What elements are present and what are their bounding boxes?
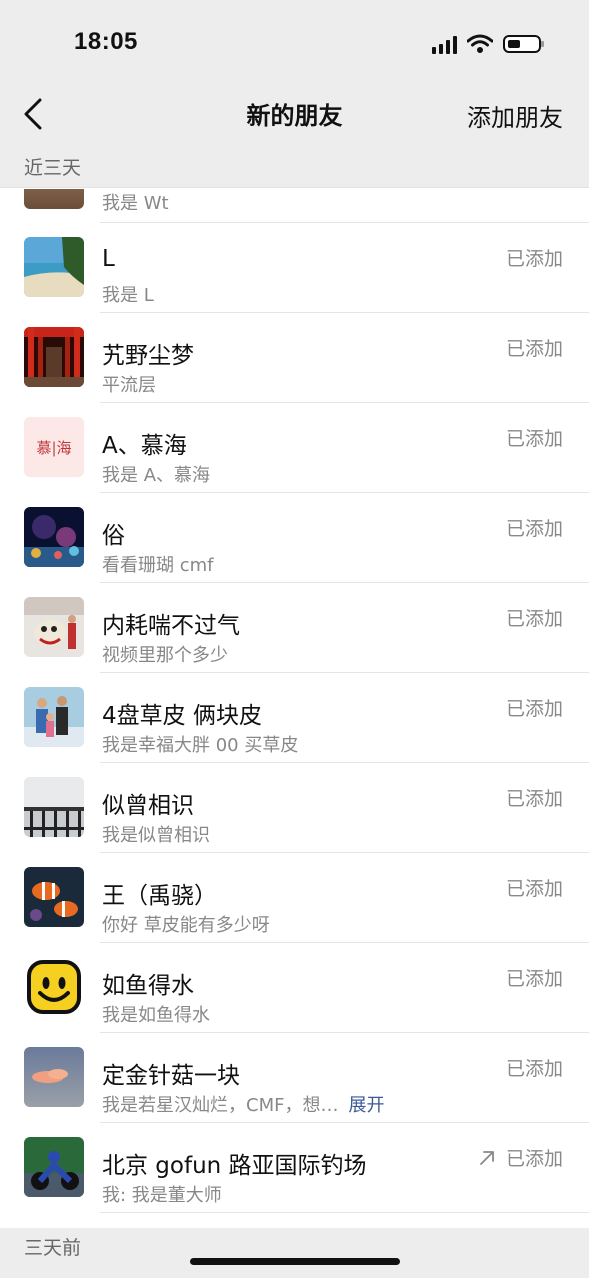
added-status: 已添加: [506, 424, 563, 451]
friend-subtitle-text: 我是 A、慕海: [102, 465, 211, 486]
added-status-label: 已添加: [505, 698, 563, 720]
friend-subtitle: 平流层: [102, 371, 156, 397]
list-item[interactable]: 似曾相识我是似曾相识 已添加: [0, 763, 589, 853]
list-item[interactable]: 定金针菇一块我是若星汉灿烂，CMF，想… 展开 已添加: [0, 1033, 589, 1123]
wifi-icon: [467, 34, 493, 53]
friend-name: L: [102, 246, 115, 272]
added-status: 已添加: [506, 874, 563, 901]
added-status-label: 已添加: [505, 518, 563, 540]
friend-subtitle: 你好 草皮能有多少呀: [102, 911, 270, 937]
friend-name: 俗: [102, 523, 125, 549]
list-item[interactable]: 慕|海 A、慕海我是 A、慕海 已添加: [0, 403, 589, 493]
list-item[interactable]: 俗看看珊瑚 cmf 已添加: [0, 493, 589, 583]
friend-name: 艽野尘梦: [102, 343, 194, 369]
friend-subtitle: 我是若星汉灿烂，CMF，想… 展开: [102, 1091, 384, 1117]
friend-subtitle: 我是似曾相识: [102, 821, 210, 847]
friend-subtitle: 我是 Wt: [102, 193, 169, 214]
friend-subtitle-text: 我: 我是董大师: [102, 1185, 222, 1206]
avatar: [24, 237, 84, 297]
list-item[interactable]: 北京 gofun 路亚国际钓场我: 我是董大师 已添加: [0, 1123, 589, 1213]
added-status-label: 已添加: [505, 788, 563, 810]
added-status-label: 已添加: [505, 338, 563, 360]
avatar: [24, 777, 84, 837]
divider: [100, 1212, 589, 1213]
friend-subtitle-text: 你好 草皮能有多少呀: [102, 915, 270, 936]
avatar: [24, 957, 84, 1017]
friend-name: 定金针菇一块: [102, 1063, 240, 1089]
added-status-label: 已添加: [505, 878, 563, 900]
added-status: 已添加: [506, 514, 563, 541]
friend-subtitle: 我是如鱼得水: [102, 1001, 210, 1027]
avatar: [24, 867, 84, 927]
friend-name: A、慕海: [102, 433, 187, 459]
top-bar: 18:05 新的朋友 添加朋友: [0, 0, 589, 148]
avatar: [24, 507, 84, 567]
avatar: [24, 1047, 84, 1107]
friend-subtitle: 我是幸福大胖 00 买草皮: [102, 731, 298, 757]
friend-subtitle-text: 我是 L: [102, 285, 154, 306]
added-status-label: 已添加: [505, 1058, 563, 1080]
friend-name: 北京 gofun 路亚国际钓场: [102, 1153, 367, 1179]
add-friend-button[interactable]: 添加朋友: [467, 98, 563, 133]
list-item[interactable]: 我是 Wt: [0, 189, 589, 223]
section-header-older: 三天前: [0, 1228, 589, 1278]
friend-subtitle: 我是 L: [102, 281, 154, 307]
list-item[interactable]: L 我是 L 已添加: [0, 223, 589, 313]
friend-subtitle-text: 我是若星汉灿烂，CMF，想…: [102, 1095, 339, 1116]
arrow-up-right-icon: [480, 1151, 494, 1165]
cellular-signal-icon: [432, 34, 457, 54]
added-status-label: 已添加: [505, 968, 563, 990]
friend-name: 内耗喘不过气: [102, 613, 240, 639]
list-item[interactable]: 艽野尘梦平流层 已添加: [0, 313, 589, 403]
avatar: [24, 327, 84, 387]
added-status: 已添加: [506, 334, 563, 361]
expand-link[interactable]: 展开: [348, 1095, 384, 1116]
friend-subtitle-text: 平流层: [102, 375, 156, 396]
status-icons: [432, 30, 544, 58]
added-status-label: 已添加: [505, 1148, 563, 1170]
avatar: [24, 189, 84, 209]
added-status: 已添加: [478, 1144, 563, 1171]
avatar: [24, 687, 84, 747]
avatar: 慕|海: [24, 417, 84, 477]
added-status-label: 已添加: [505, 248, 563, 270]
battery-icon: [503, 35, 544, 53]
status-time: 18:05: [74, 28, 138, 55]
added-status: 已添加: [506, 244, 563, 271]
avatar-logo-text: 慕|海: [36, 438, 72, 457]
avatar: [24, 597, 84, 657]
avatar: [24, 1137, 84, 1197]
added-status: 已添加: [506, 694, 563, 721]
friend-subtitle-text: 视频里那个多少: [102, 645, 228, 666]
added-status-label: 已添加: [505, 608, 563, 630]
friend-name: 4盘草皮 俩块皮: [102, 703, 262, 729]
friend-subtitle-text: 看看珊瑚 cmf: [102, 555, 214, 576]
section-header-recent: 近三天: [0, 148, 589, 188]
list-item[interactable]: 内耗喘不过气视频里那个多少 已添加: [0, 583, 589, 673]
friend-subtitle: 看看珊瑚 cmf: [102, 551, 214, 577]
list-item[interactable]: 如鱼得水我是如鱼得水 已添加: [0, 943, 589, 1033]
friend-subtitle-text: 我是似曾相识: [102, 825, 210, 846]
friend-subtitle-text: 我是幸福大胖 00 买草皮: [102, 735, 299, 756]
added-status: 已添加: [506, 784, 563, 811]
friend-name: 如鱼得水: [102, 973, 194, 999]
friend-subtitle: 我: 我是董大师: [102, 1181, 222, 1207]
added-status-label: 已添加: [505, 428, 563, 450]
friend-name: 王（禹骁）: [102, 883, 217, 909]
added-status: 已添加: [506, 604, 563, 631]
friend-subtitle-text: 我是如鱼得水: [102, 1005, 210, 1026]
added-status: 已添加: [506, 1054, 563, 1081]
list-item[interactable]: 4盘草皮 俩块皮我是幸福大胖 00 买草皮 已添加: [0, 673, 589, 763]
added-status: 已添加: [506, 964, 563, 991]
friend-subtitle: 我是 A、慕海: [102, 461, 210, 487]
friend-name: 似曾相识: [102, 793, 194, 819]
list-item[interactable]: 王（禹骁） 你好 草皮能有多少呀 已添加: [0, 853, 589, 943]
home-indicator: [190, 1258, 400, 1265]
friend-subtitle: 视频里那个多少: [102, 641, 228, 667]
